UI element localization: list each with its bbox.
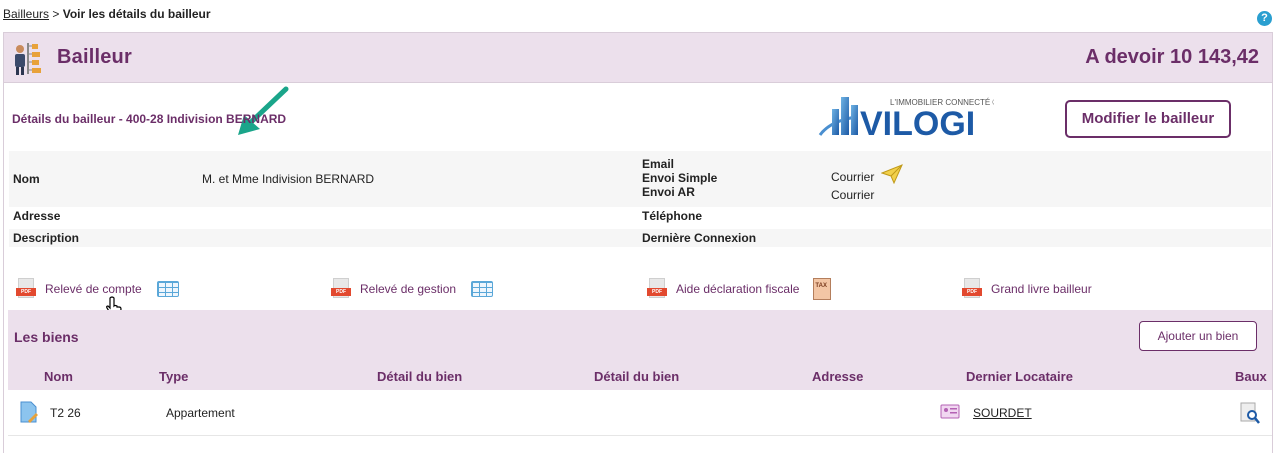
bien-nom: T2 26 [50, 406, 81, 420]
col-nom[interactable]: Nom [44, 369, 73, 384]
breadcrumb: Bailleurs > Voir les détails du bailleur [3, 7, 211, 21]
col-detail-bien-2[interactable]: Détail du bien [594, 369, 679, 384]
telephone-label: Téléphone [642, 209, 703, 223]
documents-bar: PDF Relevé de compte PDF Relevé de gesti… [4, 271, 1272, 317]
info-row-description [9, 229, 1271, 247]
ajouter-bien-button[interactable]: Ajouter un bien [1139, 321, 1257, 351]
pdf-icon: PDF [962, 278, 982, 300]
table-row[interactable]: T2 26 Appartement SOURDET [8, 390, 1272, 436]
search-document-icon[interactable] [1240, 402, 1260, 424]
amount-due: A devoir 10 143,42 [1085, 46, 1259, 68]
envoi-ar-value: Courrier [831, 188, 875, 202]
adresse-label: Adresse [13, 209, 61, 223]
pdf-icon: PDF [331, 278, 351, 300]
info-row-nom [9, 151, 1271, 207]
nom-label: Nom [13, 172, 40, 186]
document-edit-icon[interactable] [20, 401, 38, 423]
grand-livre-link[interactable]: Grand livre bailleur [991, 282, 1092, 296]
doc-releve-gestion[interactable]: PDF Relevé de gestion [331, 277, 494, 301]
biens-header: Les biens Ajouter un bien Nom Type Détai… [8, 310, 1272, 390]
biens-title: Les biens [14, 329, 79, 345]
envoi-ar-label: Envoi AR [642, 185, 695, 199]
breadcrumb-separator: > [49, 7, 63, 21]
col-detail-bien-1[interactable]: Détail du bien [377, 369, 462, 384]
breadcrumb-link-bailleurs[interactable]: Bailleurs [3, 7, 49, 21]
breadcrumb-current: Voir les détails du bailleur [62, 7, 211, 21]
spreadsheet-icon[interactable] [471, 281, 494, 297]
vilogi-logo: L'IMMOBILIER CONNECTÉ ® VILOGI [818, 97, 994, 143]
pdf-icon: PDF [647, 278, 667, 300]
aide-declaration-link[interactable]: Aide déclaration fiscale [676, 282, 799, 296]
envoi-simple-label: Envoi Simple [642, 171, 718, 185]
derniere-connexion-label: Dernière Connexion [642, 231, 757, 245]
doc-releve-compte[interactable]: PDF Relevé de compte [16, 277, 179, 301]
logo-text: VILOGI [860, 105, 975, 143]
description-label: Description [13, 231, 80, 245]
tax-icon[interactable]: TAX [813, 278, 832, 300]
col-adresse[interactable]: Adresse [812, 369, 863, 384]
modifier-bailleur-button[interactable]: Modifier le bailleur [1065, 100, 1231, 138]
releve-gestion-link[interactable]: Relevé de gestion [360, 282, 456, 296]
tenant-card-icon[interactable] [940, 403, 960, 421]
help-icon[interactable]: ? [1257, 11, 1272, 26]
biens-section: Les biens Ajouter un bien Nom Type Détai… [8, 310, 1272, 453]
doc-aide-declaration-fiscale[interactable]: PDF Aide déclaration fiscale TAX [647, 277, 832, 301]
col-baux[interactable]: Baux [1235, 369, 1267, 384]
nom-value: M. et Mme Indivision BERNARD [202, 172, 375, 186]
panel-title: Bailleur [57, 46, 132, 68]
col-dernier-locataire[interactable]: Dernier Locataire [966, 369, 1073, 384]
bailleur-panel: Bailleur A devoir 10 143,42 Détails du b… [3, 32, 1273, 453]
paper-plane-icon [881, 164, 903, 184]
bailleur-subtitle: Détails du bailleur - 400-28 Indivision … [12, 112, 287, 126]
bailleur-icon [15, 43, 41, 75]
email-label: Email [642, 157, 675, 171]
panel-header: Bailleur A devoir 10 143,42 [4, 33, 1272, 83]
doc-grand-livre[interactable]: PDF Grand livre bailleur [962, 277, 1092, 301]
col-type[interactable]: Type [159, 369, 188, 384]
releve-compte-link[interactable]: Relevé de compte [45, 282, 142, 296]
arrow-annotation-icon [238, 86, 289, 135]
pdf-icon: PDF [16, 278, 36, 300]
dernier-locataire-link[interactable]: SOURDET [973, 406, 1032, 420]
bien-type: Appartement [166, 406, 235, 420]
envoi-simple-value: Courrier [831, 170, 875, 184]
spreadsheet-icon[interactable] [156, 281, 179, 297]
